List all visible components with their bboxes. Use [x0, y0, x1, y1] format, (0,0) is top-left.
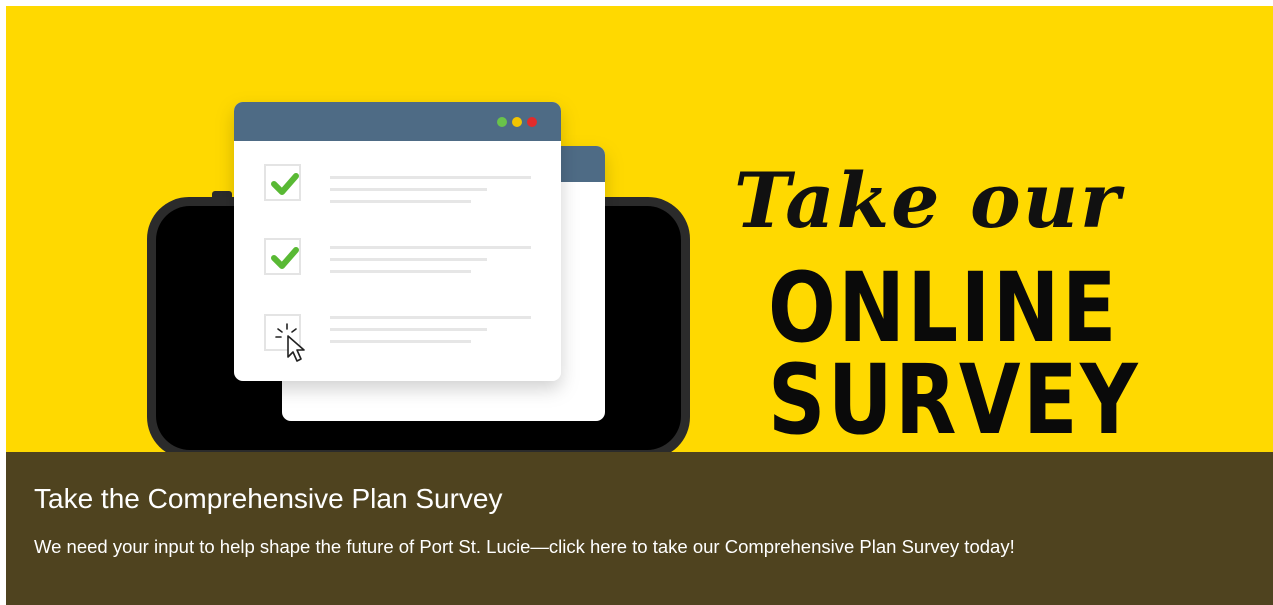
caption-overlay[interactable]: Take the Comprehensive Plan Survey We ne…: [6, 452, 1273, 605]
banner-script-text: Take our: [734, 156, 1122, 245]
survey-window-icon: [234, 102, 561, 381]
survey-banner-image[interactable]: Take our ONLINE SURVEY: [6, 6, 1273, 454]
banner-headline-online: ONLINE: [768, 252, 1119, 364]
card-description[interactable]: We need your input to help shape the fut…: [34, 530, 1249, 563]
banner-headline-survey: SURVEY: [768, 344, 1141, 456]
survey-promo-card[interactable]: Take our ONLINE SURVEY Take the Comprehe…: [6, 6, 1273, 605]
card-title[interactable]: Take the Comprehensive Plan Survey: [34, 483, 502, 515]
